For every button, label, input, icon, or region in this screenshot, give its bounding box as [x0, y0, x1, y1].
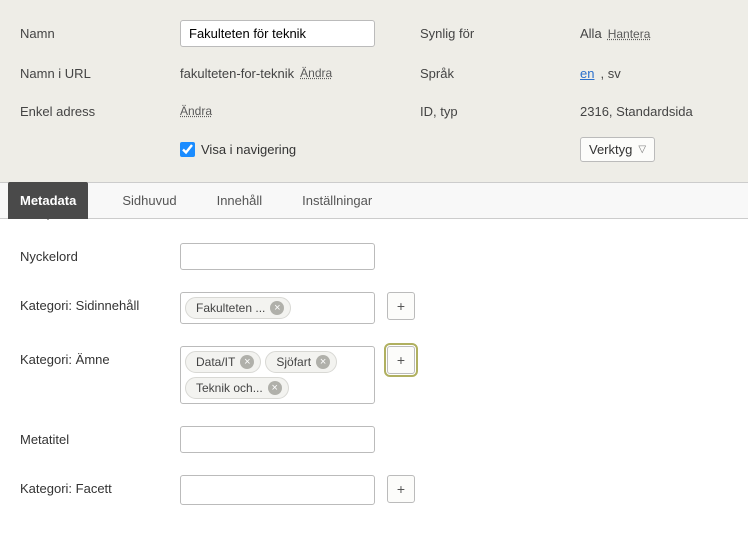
tag-item: Data/IT × [185, 351, 261, 373]
add-category-facet-button[interactable]: + [387, 475, 415, 503]
tag-label: Data/IT [196, 355, 235, 369]
name-label: Namn [20, 26, 180, 41]
language-label: Språk [420, 66, 580, 81]
show-in-nav-wrap[interactable]: Visa i navigering [180, 142, 296, 157]
simple-address-change-link[interactable]: Ändra [180, 104, 212, 118]
tag-item: Fakulteten ... × [185, 297, 291, 319]
tab-innehall[interactable]: Innehåll [211, 183, 269, 218]
metatitle-input[interactable] [180, 426, 375, 453]
add-category-subject-button[interactable]: + [387, 346, 415, 374]
add-category-page-button[interactable]: + [387, 292, 415, 320]
tag-label: Fakulteten ... [196, 301, 265, 315]
tab-installningar[interactable]: Inställningar [296, 183, 378, 218]
category-facet-label: Kategori: Facett [20, 475, 180, 496]
keyword-input[interactable] [180, 243, 375, 270]
page-properties-panel: Namn Synlig för Alla Hantera Namn i URL … [0, 0, 748, 182]
category-page-tagbox[interactable]: Fakulteten ... × [180, 292, 375, 324]
tab-bar: Metadata Sidhuvud Innehåll Inställningar [0, 182, 748, 219]
category-subject-label: Kategori: Ämne [20, 346, 180, 367]
visible-for-label: Synlig för [420, 26, 580, 41]
tools-dropdown[interactable]: Verktyg ▽ [580, 137, 655, 162]
remove-tag-icon[interactable]: × [268, 381, 282, 395]
url-change-link[interactable]: Ändra [300, 66, 332, 80]
tools-label: Verktyg [589, 142, 632, 157]
chevron-down-icon: ▽ [638, 144, 646, 155]
simple-address-label: Enkel adress [20, 104, 180, 119]
tag-label: Sjöfart [276, 355, 311, 369]
language-rest: , sv [600, 66, 620, 81]
manage-visibility-link[interactable]: Hantera [608, 27, 651, 41]
visible-for-value: Alla [580, 26, 602, 41]
url-name-label: Namn i URL [20, 66, 180, 81]
category-subject-tagbox[interactable]: Data/IT × Sjöfart × Teknik och... × [180, 346, 375, 404]
tab-metadata[interactable]: Metadata [8, 182, 88, 219]
language-primary-link[interactable]: en [580, 66, 594, 81]
category-page-label: Kategori: Sidinnehåll [20, 292, 180, 313]
tag-label: Teknik och... [196, 381, 263, 395]
id-type-label: ID, typ [420, 104, 580, 119]
category-facet-tagbox[interactable] [180, 475, 375, 505]
name-input[interactable] [180, 20, 375, 47]
keyword-label: Nyckelord [20, 243, 180, 264]
id-type-value: 2316, Standardsida [580, 104, 693, 119]
metatitle-label: Metatitel [20, 426, 180, 447]
remove-tag-icon[interactable]: × [240, 355, 254, 369]
show-in-nav-checkbox[interactable] [180, 142, 195, 157]
tag-item: Teknik och... × [185, 377, 289, 399]
remove-tag-icon[interactable]: × [316, 355, 330, 369]
show-in-nav-label: Visa i navigering [201, 142, 296, 157]
tag-item: Sjöfart × [265, 351, 337, 373]
metadata-panel: Nyckelord Kategori: Sidinnehåll Fakultet… [0, 219, 748, 551]
remove-tag-icon[interactable]: × [270, 301, 284, 315]
url-name-value: fakulteten-for-teknik [180, 66, 294, 81]
tab-sidhuvud[interactable]: Sidhuvud [116, 183, 182, 218]
